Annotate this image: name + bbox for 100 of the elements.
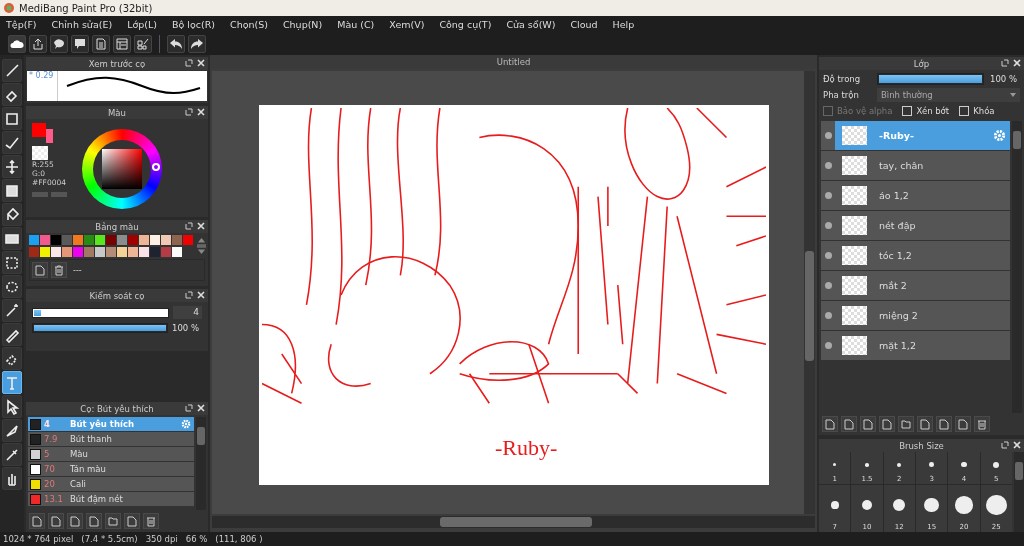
undock-icon[interactable] [1001, 441, 1009, 449]
tool-button[interactable] [2, 227, 22, 250]
share-button[interactable] [29, 35, 47, 53]
vertical-scrollbar[interactable] [804, 71, 815, 514]
delete-button[interactable] [143, 513, 159, 529]
tool-button[interactable] [2, 299, 22, 322]
scroll-arrows-icon[interactable] [197, 235, 206, 257]
brush-size-slider[interactable] [32, 307, 169, 318]
tool-button[interactable] [2, 347, 22, 370]
scrollbar[interactable] [1014, 452, 1024, 532]
layer-row[interactable]: tóc 1,2 [821, 241, 1010, 270]
layer-action-button[interactable] [898, 416, 914, 432]
checkbox-option[interactable]: Xén bớt [902, 106, 950, 116]
brush-list-item[interactable]: 7.9 Bút thanh [28, 432, 194, 446]
palette-swatch[interactable] [62, 246, 72, 257]
delete-button[interactable] [51, 262, 67, 278]
palette-swatch[interactable] [84, 235, 94, 245]
document-tab[interactable]: Untitled [210, 55, 817, 69]
hue-handle[interactable] [152, 163, 160, 171]
menu-item[interactable]: Lớp(L) [127, 19, 157, 30]
palette-swatch[interactable] [84, 246, 94, 257]
close-icon[interactable] [197, 291, 205, 299]
palette-swatch[interactable] [106, 246, 116, 257]
layer-action-button[interactable] [822, 416, 838, 432]
palette-swatch[interactable] [73, 246, 83, 257]
transparent-swatch[interactable] [32, 146, 48, 160]
menu-item[interactable]: Cửa sổ(W) [506, 19, 556, 30]
palette-swatch[interactable] [139, 235, 149, 245]
scrollbar[interactable] [1012, 121, 1022, 413]
palette-swatch[interactable] [40, 246, 50, 257]
close-icon[interactable] [1013, 441, 1021, 449]
undo-button[interactable] [167, 35, 185, 53]
close-icon[interactable] [197, 59, 205, 67]
tool-button[interactable] [2, 251, 22, 274]
palette-swatch[interactable] [128, 246, 138, 257]
brush-action-button[interactable] [67, 513, 83, 529]
checkbox-option[interactable]: Khóa [959, 106, 995, 116]
palette-swatch[interactable] [106, 235, 116, 245]
brush-list-item[interactable]: 20 Cali [28, 477, 194, 491]
settings-icon[interactable] [993, 129, 1006, 142]
tool-button[interactable] [2, 131, 22, 154]
visibility-dot-icon[interactable] [825, 222, 832, 229]
menu-item[interactable]: Bộ lọc(R) [171, 19, 215, 30]
layer-action-button[interactable] [917, 416, 933, 432]
blend-mode-dropdown[interactable]: Bình thường [877, 88, 1020, 102]
layer-row[interactable]: miệng 2 [821, 301, 1010, 330]
settings-icon[interactable] [181, 419, 191, 429]
layer-row[interactable]: mắt 2 [821, 271, 1010, 300]
brush-list-item[interactable]: 13.1 Bút đậm nét [28, 492, 194, 506]
palette-swatch[interactable] [62, 235, 72, 245]
list-button[interactable] [113, 35, 131, 53]
palette-swatch[interactable] [172, 235, 182, 245]
palette-swatch[interactable] [29, 246, 39, 257]
tool-button[interactable] [2, 83, 22, 106]
tool-button[interactable] [2, 443, 22, 466]
palette-swatch[interactable] [40, 235, 50, 245]
brush-list-item[interactable]: 5 Màu [28, 447, 194, 461]
menu-item[interactable]: Màu (C) [337, 19, 375, 30]
visibility-dot-icon[interactable] [825, 312, 832, 319]
palette-swatch[interactable] [172, 246, 182, 257]
tool-button[interactable] [2, 59, 22, 82]
cloud-button[interactable] [8, 35, 26, 53]
tool-button[interactable] [2, 179, 22, 202]
menu-item[interactable]: Công cụ(T) [439, 19, 492, 30]
undock-icon[interactable] [185, 404, 193, 412]
comment-button[interactable] [71, 35, 89, 53]
palette-swatch[interactable] [128, 235, 138, 245]
horizontal-scrollbar[interactable] [212, 516, 815, 528]
undock-icon[interactable] [185, 291, 193, 299]
layer-action-button[interactable] [841, 416, 857, 432]
palette-swatch[interactable] [117, 246, 127, 257]
close-icon[interactable] [197, 108, 205, 116]
undock-icon[interactable] [185, 59, 193, 67]
palette-swatch[interactable] [51, 246, 61, 257]
menu-item[interactable]: Chụp(N) [282, 19, 323, 30]
menu-item[interactable]: Help [612, 19, 635, 30]
palette-swatch[interactable] [150, 246, 160, 257]
brush-size-field[interactable]: 4 [173, 306, 202, 319]
background-color-swatch[interactable] [46, 129, 53, 143]
undock-icon[interactable] [185, 108, 193, 116]
tool-button[interactable] [2, 467, 22, 490]
brush-action-button[interactable] [105, 513, 121, 529]
close-icon[interactable] [197, 404, 205, 412]
brush-action-button[interactable] [29, 513, 45, 529]
palette-swatch[interactable] [150, 235, 160, 245]
undock-icon[interactable] [185, 222, 193, 230]
speech-bubble-button[interactable] [50, 35, 68, 53]
visibility-dot-icon[interactable] [825, 342, 832, 349]
redo-button[interactable] [188, 35, 206, 53]
palette-swatch[interactable] [29, 235, 39, 245]
visibility-dot-icon[interactable] [825, 162, 832, 169]
brush-action-button[interactable] [86, 513, 102, 529]
tool-button[interactable] [2, 155, 22, 178]
tool-button[interactable] [2, 395, 22, 418]
document-button[interactable] [92, 35, 110, 53]
layer-action-button[interactable] [936, 416, 952, 432]
layer-action-button[interactable] [955, 416, 971, 432]
palette-swatch[interactable] [51, 235, 61, 245]
menu-item[interactable]: Cloud [570, 19, 598, 30]
layer-action-button[interactable] [879, 416, 895, 432]
